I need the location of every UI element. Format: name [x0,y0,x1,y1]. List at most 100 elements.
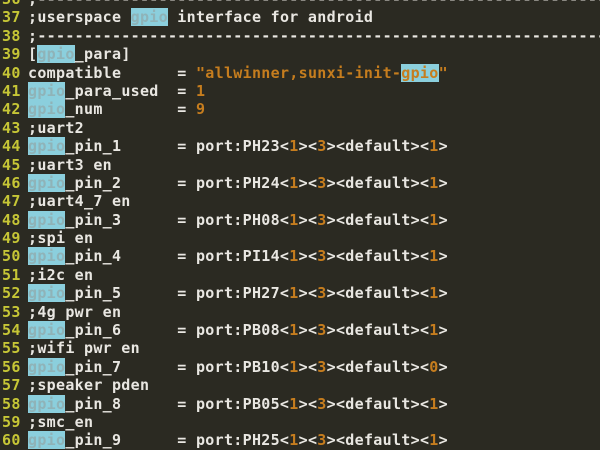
code-text: compatible = "allwinner,sunxi-init-gpio" [28,64,448,82]
code-line[interactable]: 42gpio_num = 9 [0,100,600,118]
code-line[interactable]: 47;uart4_7 en [0,192,600,210]
code-segment: 1 [429,174,438,192]
code-segment: _num = [65,100,196,118]
code-line[interactable]: 53;4g pwr en [0,303,600,321]
code-segment: 3 [317,358,326,376]
code-segment: _para] [75,45,131,63]
code-segment: ><default>< [327,395,430,413]
line-number: 60 [0,431,28,449]
code-segment: ;i2c en [28,266,93,284]
code-segment: [ [28,45,37,63]
code-line[interactable]: 50gpio_pin_4 = port:PI14<1><3><default><… [0,247,600,265]
code-segment: 1 [289,358,298,376]
line-number: 55 [0,339,28,357]
code-text: ;userspace gpio interface for android [28,8,373,26]
code-line[interactable]: 39[gpio_para] [0,45,600,63]
code-segment: 1 [429,431,438,449]
code-segment: ><default>< [327,137,430,155]
code-segment: > [439,174,448,192]
code-segment: >< [299,321,318,339]
code-segment: _pin_8 = port:PB05< [65,395,289,413]
search-highlight: gpio [28,431,65,449]
line-number: 47 [0,192,28,210]
line-number: 58 [0,395,28,413]
line-number: 56 [0,358,28,376]
code-text: gpio_pin_2 = port:PH24<1><3><default><1> [28,174,448,192]
code-segment: > [439,431,448,449]
code-line[interactable]: 52gpio_pin_5 = port:PH27<1><3><default><… [0,284,600,302]
code-segment: 1 [289,395,298,413]
code-text: gpio_pin_6 = port:PB08<1><3><default><1> [28,321,448,339]
code-segment: >< [299,431,318,449]
code-line[interactable]: 38;-------------------------------------… [0,27,600,45]
code-line[interactable]: 55;wifi pwr en [0,339,600,357]
code-line[interactable]: 54gpio_pin_6 = port:PB08<1><3><default><… [0,321,600,339]
code-segment: 1 [429,137,438,155]
code-line[interactable]: 59;smc_en [0,413,600,431]
code-segment: 0 [429,358,438,376]
code-segment: > [439,247,448,265]
code-text: gpio_pin_4 = port:PI14<1><3><default><1> [28,247,448,265]
code-segment: > [439,211,448,229]
code-line[interactable]: 46gpio_pin_2 = port:PH24<1><3><default><… [0,174,600,192]
code-segment: 3 [317,247,326,265]
code-line[interactable]: 36;-------------------------------------… [0,0,600,8]
code-line[interactable]: 56gpio_pin_7 = port:PB10<1><3><default><… [0,358,600,376]
code-text: ;uart2 [28,119,84,137]
code-text: gpio_pin_8 = port:PB05<1><3><default><1> [28,395,448,413]
code-text: ;4g pwr en [28,303,121,321]
code-segment: > [439,358,448,376]
code-segment: 1 [429,395,438,413]
code-line[interactable]: 51;i2c en [0,266,600,284]
code-segment: 3 [317,284,326,302]
code-line[interactable]: 41gpio_para_used = 1 [0,82,600,100]
code-segment: 9 [196,100,205,118]
code-segment: ><default>< [327,284,430,302]
code-segment: ;4g pwr en [28,303,121,321]
code-text: ;---------------------------------------… [28,27,600,45]
code-segment: _pin_6 = port:PB08< [65,321,289,339]
code-text: ;smc_en [28,413,93,431]
text-editor[interactable]: 36;-------------------------------------… [0,0,600,450]
code-segment: ;uart2 [28,119,84,137]
code-segment: >< [299,358,318,376]
code-line[interactable]: 48gpio_pin_3 = port:PH08<1><3><default><… [0,211,600,229]
line-number: 39 [0,45,28,63]
code-segment: ;spi en [28,229,93,247]
line-number: 38 [0,27,28,45]
line-number: 52 [0,284,28,302]
code-segment: "allwinner,sunxi-init- [196,64,401,82]
code-line[interactable]: 49;spi en [0,229,600,247]
code-line[interactable]: 60gpio_pin_9 = port:PH25<1><3><default><… [0,431,600,449]
line-number: 40 [0,64,28,82]
code-line[interactable]: 43;uart2 [0,119,600,137]
code-segment: >< [299,247,318,265]
code-segment: 3 [317,431,326,449]
code-segment: ><default>< [327,174,430,192]
code-segment: ;userspace [28,8,131,26]
code-segment: compatible = [28,64,196,82]
code-segment: ><default>< [327,431,430,449]
code-line[interactable]: 58gpio_pin_8 = port:PB05<1><3><default><… [0,395,600,413]
code-text: ;speaker pden [28,376,149,394]
code-line[interactable]: 57;speaker pden [0,376,600,394]
code-text: ;i2c en [28,266,93,284]
code-line[interactable]: 45;uart3 en [0,156,600,174]
code-segment: 1 [289,247,298,265]
code-segment: 1 [289,137,298,155]
code-segment: 1 [289,284,298,302]
code-segment: ><default>< [327,247,430,265]
search-highlight: gpio [28,321,65,339]
code-segment: 3 [317,395,326,413]
search-highlight: gpio [28,137,65,155]
search-highlight: gpio [401,64,438,82]
code-text: gpio_pin_3 = port:PH08<1><3><default><1> [28,211,448,229]
code-line[interactable]: 37;userspace gpio interface for android [0,8,600,26]
code-segment: 1 [289,321,298,339]
line-number: 59 [0,413,28,431]
search-highlight: gpio [28,211,65,229]
code-line[interactable]: 44gpio_pin_1 = port:PH23<1><3><default><… [0,137,600,155]
code-line[interactable]: 40compatible = "allwinner,sunxi-init-gpi… [0,64,600,82]
code-segment: >< [299,137,318,155]
code-segment: _para_used = [65,82,196,100]
